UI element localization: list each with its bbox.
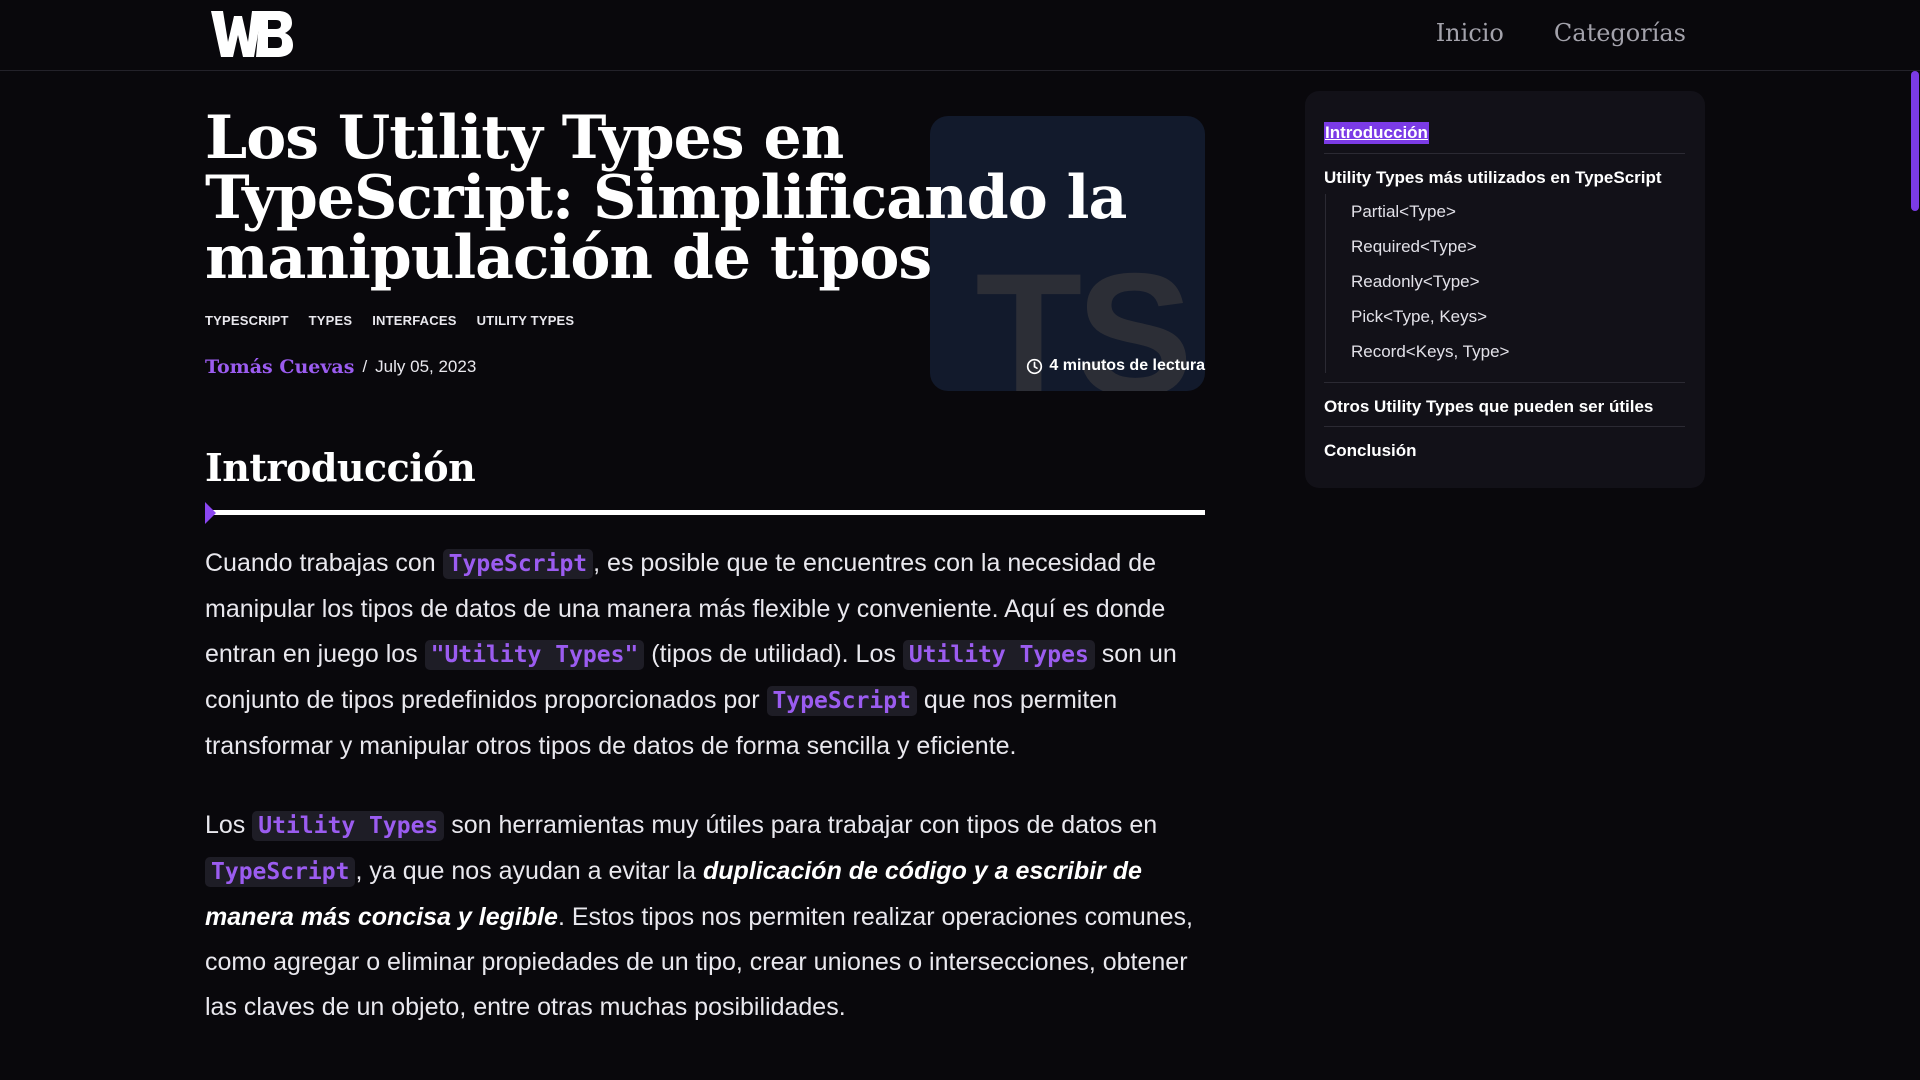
tag-typescript[interactable]: TYPESCRIPT bbox=[205, 313, 289, 328]
read-time: 4 minutos de lectura bbox=[1026, 357, 1205, 375]
inline-code: TypeScript bbox=[205, 857, 356, 887]
paragraph-text: , ya que nos ayudan a evitar la bbox=[355, 857, 703, 885]
toc-subitem-record[interactable]: Record<Keys, Type> bbox=[1351, 334, 1685, 369]
toc-subitem-partial[interactable]: Partial<Type> bbox=[1351, 194, 1685, 229]
tag-types[interactable]: TYPES bbox=[309, 313, 353, 328]
paragraph-text: Los bbox=[205, 811, 253, 839]
clock-icon bbox=[1027, 358, 1043, 374]
toc-item-otros[interactable]: Otros Utility Types que pueden ser útile… bbox=[1324, 397, 1685, 417]
toc-subitem-readonly[interactable]: Readonly<Type> bbox=[1351, 264, 1685, 299]
read-time-label: 4 minutos de lectura bbox=[1049, 357, 1205, 374]
table-of-contents: Introducción Utility Types más utilizado… bbox=[1305, 91, 1705, 488]
scrollbar-thumb[interactable] bbox=[1911, 71, 1919, 211]
inline-code: TypeScript bbox=[442, 549, 594, 579]
article-title: Los Utility Types en TypeScript: Simplif… bbox=[205, 103, 1127, 293]
publish-date: July 05, 2023 bbox=[375, 357, 477, 376]
section-divider bbox=[205, 510, 1205, 515]
toc-item-introduccion[interactable]: Introducción bbox=[1324, 122, 1429, 144]
page-scrollbar[interactable] bbox=[1909, 71, 1920, 1080]
toc-divider bbox=[1324, 426, 1685, 427]
toc-divider bbox=[1324, 382, 1685, 383]
paragraph-text: son herramientas muy útiles para trabaja… bbox=[444, 811, 1158, 839]
nav-categorias[interactable]: Categorías bbox=[1554, 16, 1686, 50]
tag-interfaces[interactable]: INTERFACES bbox=[372, 313, 456, 328]
main-nav: Inicio Categorías bbox=[1436, 16, 1686, 50]
toc-sublist: Partial<Type> Required<Type> Readonly<Ty… bbox=[1325, 194, 1685, 373]
inline-code: Utility Types bbox=[902, 640, 1095, 670]
site-logo[interactable] bbox=[210, 8, 294, 60]
paragraph-text: Cuando trabajas con bbox=[205, 549, 443, 577]
tag-utility-types[interactable]: UTILITY TYPES bbox=[477, 313, 575, 328]
toc-item-conclusion[interactable]: Conclusión bbox=[1324, 441, 1685, 461]
inline-code: Utility Types bbox=[252, 811, 445, 841]
inline-code: "Utility Types" bbox=[424, 640, 645, 670]
author-link[interactable]: Tomás Cuevas bbox=[205, 356, 354, 378]
triangle-marker-icon bbox=[205, 502, 216, 524]
paragraph-2: Los Utility Types son herramientas muy ú… bbox=[205, 803, 1205, 1030]
nav-inicio[interactable]: Inicio bbox=[1436, 16, 1504, 50]
paragraph-1: Cuando trabajas con TypeScript, es posib… bbox=[205, 541, 1205, 769]
paragraph-text: (tipos de utilidad). Los bbox=[644, 640, 903, 668]
toc-subitem-pick[interactable]: Pick<Type, Keys> bbox=[1351, 299, 1685, 334]
toc-item-utility-types[interactable]: Utility Types más utilizados en TypeScri… bbox=[1324, 168, 1685, 188]
toc-divider bbox=[1324, 153, 1685, 154]
toc-subitem-required[interactable]: Required<Type> bbox=[1351, 229, 1685, 264]
wb-logo-icon bbox=[211, 11, 293, 57]
inline-code: TypeScript bbox=[766, 686, 917, 716]
site-header: Inicio Categorías bbox=[0, 0, 1920, 71]
article-meta: Tomás Cuevas / July 05, 2023 4 minutos d… bbox=[205, 353, 1205, 381]
meta-separator: / bbox=[362, 357, 368, 376]
tag-list: TYPESCRIPT TYPES INTERFACES UTILITY TYPE… bbox=[205, 313, 574, 328]
section-heading-introduccion: Introducción bbox=[205, 445, 476, 490]
